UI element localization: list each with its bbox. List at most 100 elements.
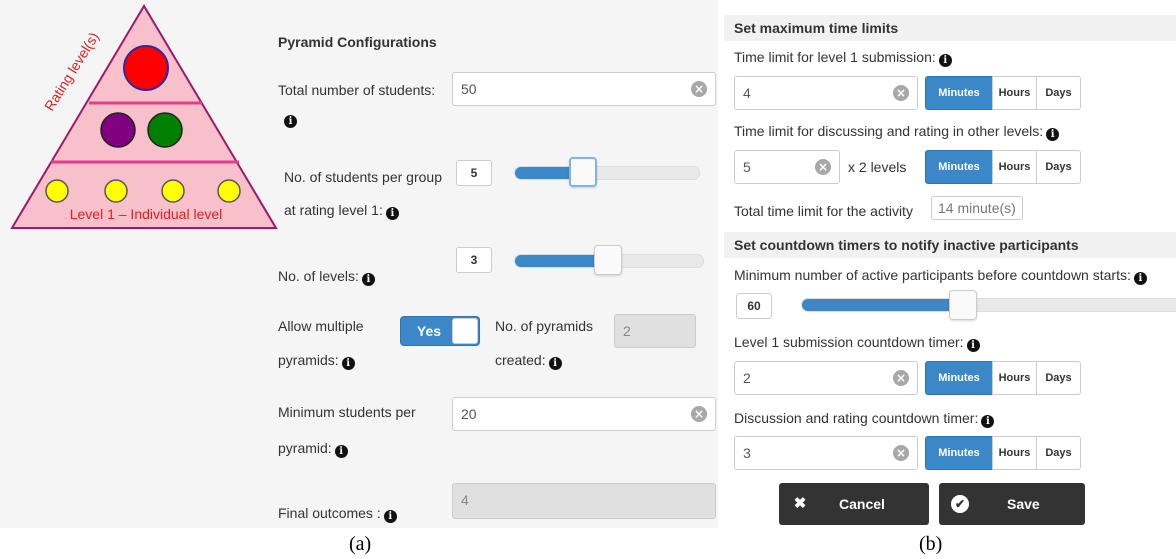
clear-icon[interactable]: × <box>691 81 707 97</box>
time-limits-heading: Set maximum time limits <box>724 15 1176 41</box>
info-icon[interactable]: i <box>334 445 348 458</box>
clear-icon[interactable]: × <box>893 85 909 101</box>
level1-limit-input[interactable]: 4 × <box>734 76 918 110</box>
discussion-limit-unit-group: Minutes Hours Days <box>925 150 1081 184</box>
clear-icon[interactable]: × <box>815 159 831 175</box>
discussion-countdown-label-text: Discussion and rating countdown timer: <box>734 410 979 426</box>
discussion-countdown-input[interactable]: 3 × <box>734 436 918 470</box>
save-button[interactable]: ✔ Save <box>939 483 1085 525</box>
discussion-countdown-unit-group: Minutes Hours Days <box>925 436 1081 470</box>
leaf-node-2 <box>104 179 128 203</box>
discussion-countdown-label: Discussion and rating countdown timer: i <box>734 409 995 428</box>
cancel-button[interactable]: ✖ Cancel <box>779 483 929 525</box>
min-active-label: Minimum number of active participants be… <box>734 266 1147 285</box>
final-outcomes-input: 4 <box>452 483 716 519</box>
final-outcomes-value: 4 <box>461 492 469 508</box>
level1-countdown-unit-group: Minutes Hours Days <box>925 361 1081 395</box>
info-icon[interactable]: i <box>1046 128 1060 141</box>
multiple-pyramids-line1: Allow multiple <box>278 318 364 334</box>
min-active-slider[interactable] <box>801 298 1176 312</box>
students-per-group-line1: No. of students per group <box>284 169 442 185</box>
students-per-group-slider[interactable] <box>514 166 700 180</box>
min-students-line1: Minimum students per <box>278 404 416 420</box>
multiple-pyramids-label: Allow multiple <box>278 317 364 335</box>
pyramids-created-label: No. of pyramids <box>495 317 593 335</box>
save-label: Save <box>1007 496 1040 512</box>
discussion-limit-input[interactable]: 5 × <box>734 150 840 184</box>
hours-button[interactable]: Hours <box>992 436 1037 470</box>
min-active-slider-fill <box>802 299 954 311</box>
min-active-slider-handle[interactable] <box>949 290 977 320</box>
info-icon[interactable]: i <box>938 54 952 67</box>
days-button[interactable]: Days <box>1036 150 1081 184</box>
clear-icon[interactable]: × <box>893 445 909 461</box>
level1-limit-label-text: Time limit for level 1 submission: <box>734 49 936 65</box>
info-icon[interactable]: i <box>361 273 375 286</box>
multiple-pyramids-toggle[interactable]: Yes <box>400 316 480 346</box>
level1-countdown-label: Level 1 submission countdown timer: i <box>734 333 980 352</box>
level1-label: Level 1 – Individual level <box>70 206 223 222</box>
final-outcomes-label-text: Final outcomes : <box>278 505 381 521</box>
levels-value[interactable]: 3 <box>456 247 492 273</box>
hours-button[interactable]: Hours <box>992 76 1037 110</box>
caption-b: (b) <box>919 533 943 555</box>
levels-multiplier-text: x 2 levels <box>848 159 907 175</box>
min-students-input[interactable]: 20 × <box>452 397 716 431</box>
total-students-value: 50 <box>461 81 477 97</box>
multiple-pyramids-label-2: pyramids: i <box>278 351 355 370</box>
hours-button[interactable]: Hours <box>992 150 1037 184</box>
students-per-group-label: No. of students per group <box>284 168 442 186</box>
multiple-pyramids-line2: pyramids: <box>278 352 339 368</box>
level1-limit-value: 4 <box>743 85 751 101</box>
caption-a: (a) <box>349 533 372 555</box>
info-icon[interactable]: i <box>548 357 562 370</box>
final-outcomes-label: Final outcomes :i <box>278 504 397 523</box>
clear-icon[interactable]: × <box>691 406 707 422</box>
info-icon[interactable]: i <box>981 415 995 428</box>
total-limit-label-text: Total time limit for the activity <box>734 203 913 219</box>
levels-slider-handle[interactable] <box>594 245 622 275</box>
hours-button[interactable]: Hours <box>992 361 1037 395</box>
info-icon[interactable]: i <box>966 339 980 352</box>
levels-label: No. of levels: i <box>278 267 375 286</box>
info-icon[interactable]: i <box>383 510 397 523</box>
minutes-button[interactable]: Minutes <box>925 361 993 395</box>
total-limit-value: 14 minute(s) <box>931 196 1023 220</box>
clear-icon[interactable]: × <box>893 370 909 386</box>
level1-countdown-input[interactable]: 2 × <box>734 361 918 395</box>
minutes-button[interactable]: Minutes <box>925 150 993 184</box>
toggle-label: Yes <box>416 323 442 339</box>
level1-limit-label: Time limit for level 1 submission: i <box>734 48 952 67</box>
min-active-label-text: Minimum number of active participants be… <box>734 267 1131 283</box>
info-icon[interactable]: i <box>1133 272 1147 285</box>
total-students-input[interactable]: 50 × <box>452 72 716 106</box>
pyramids-created-input: 2 <box>614 314 696 348</box>
pyramids-created-value: 2 <box>623 323 631 339</box>
level1-limit-unit-group: Minutes Hours Days <box>925 76 1081 110</box>
min-students-label: Minimum students per <box>278 403 416 421</box>
min-active-value[interactable]: 60 <box>736 293 772 319</box>
leaf-node-1 <box>45 179 69 203</box>
top-rating-node <box>123 45 169 91</box>
students-per-group-value[interactable]: 5 <box>456 160 492 186</box>
discussion-countdown-value: 3 <box>743 445 751 461</box>
discussion-limit-label-text: Time limit for discussing and rating in … <box>734 123 1044 139</box>
min-students-label-2: pyramid: i <box>278 439 348 458</box>
students-per-group-slider-handle[interactable] <box>569 157 597 187</box>
total-students-label: Total number of students: <box>278 81 435 99</box>
level1-countdown-label-text: Level 1 submission countdown timer: <box>734 334 964 350</box>
total-students-label-text: Total number of students: <box>278 82 436 98</box>
students-per-group-line2: at rating level 1: <box>284 202 383 218</box>
pyramid-config-heading: Pyramid Configurations <box>278 34 437 50</box>
info-icon[interactable]: i <box>385 207 399 220</box>
discussion-limit-label: Time limit for discussing and rating in … <box>734 122 1060 141</box>
level1-countdown-value: 2 <box>743 370 751 386</box>
days-button[interactable]: Days <box>1036 76 1081 110</box>
minutes-button[interactable]: Minutes <box>925 436 993 470</box>
days-button[interactable]: Days <box>1036 436 1081 470</box>
minutes-button[interactable]: Minutes <box>925 76 993 110</box>
days-button[interactable]: Days <box>1036 361 1081 395</box>
info-icon[interactable]: i <box>284 115 297 128</box>
info-icon[interactable]: i <box>341 357 355 370</box>
check-icon: ✔ <box>951 495 969 513</box>
